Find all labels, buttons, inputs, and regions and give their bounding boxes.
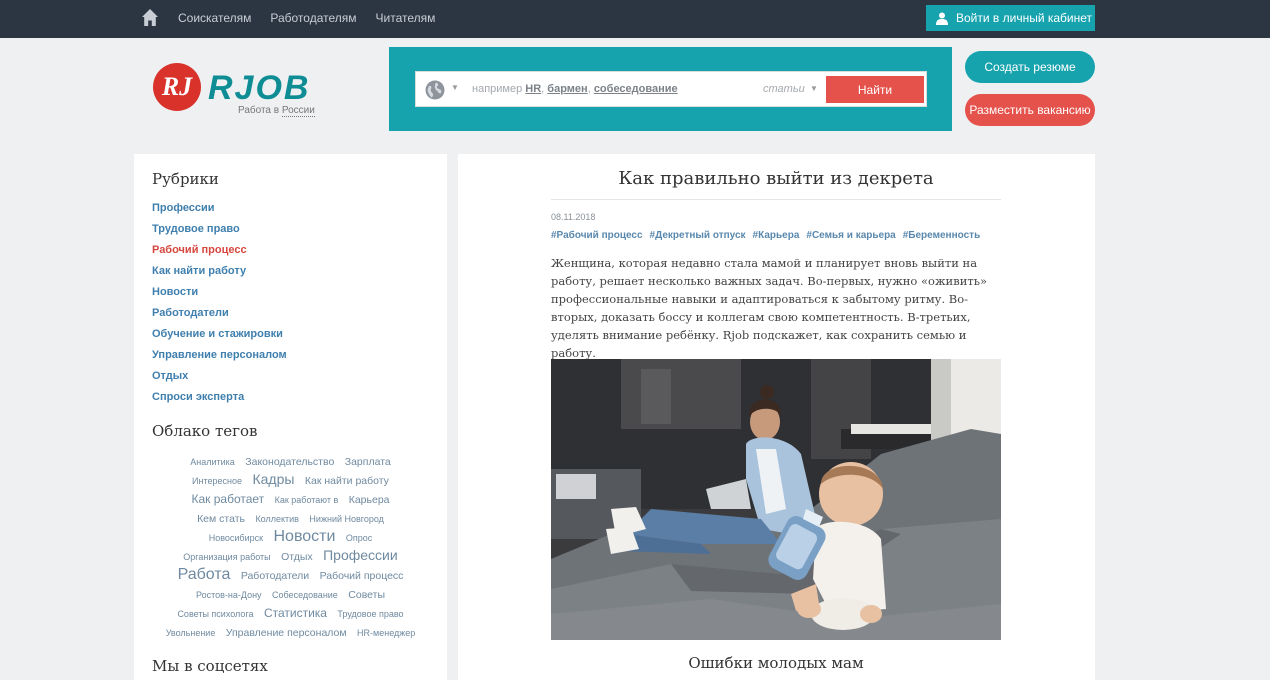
rubric-link[interactable]: Отдых — [152, 370, 429, 391]
region-link[interactable]: России — [281, 105, 315, 117]
nav-readers[interactable]: Читателям — [376, 11, 436, 25]
tag-cloud-link[interactable]: HR-менеджер — [357, 628, 415, 638]
tag-cloud-link[interactable]: Кем стать — [197, 513, 245, 525]
globe-icon[interactable] — [425, 80, 445, 100]
tag-cloud: Аналитика Законодательство Зарплата Инте… — [152, 452, 429, 642]
sidebar: Рубрики Профессии Трудовое право Рабочий п… — [134, 154, 447, 680]
tag-cloud-link[interactable]: Советы психолога — [177, 609, 253, 619]
article-lead: Женщина, которая недавно стала мамой и п… — [551, 256, 988, 360]
tag-cloud-link[interactable]: Карьера — [349, 494, 390, 506]
tag-cloud-link[interactable]: Управление персоналом — [226, 627, 347, 639]
search-input[interactable] — [470, 80, 760, 100]
tag-cloud-link[interactable]: Советы — [348, 589, 385, 601]
tag-cloud-link[interactable]: Собеседование — [272, 590, 338, 600]
tag-cloud-link[interactable]: Интересное — [192, 476, 242, 486]
tag-cloud-link[interactable]: Организация работы — [183, 552, 270, 562]
tag-cloud-link[interactable]: Статистика — [264, 606, 327, 620]
article-tag-link[interactable]: #Декретный отпуск — [650, 230, 746, 241]
tag-cloud-link[interactable]: Отдых — [281, 551, 313, 563]
post-vacancy-button[interactable]: Разместить вакансию — [965, 94, 1095, 126]
tag-cloud-link[interactable]: Работа — [178, 566, 231, 583]
tag-cloud-link[interactable]: Опрос — [346, 533, 372, 543]
tag-cloud-link[interactable]: Законодательство — [245, 456, 334, 468]
svg-text:RJ: RJ — [161, 72, 193, 101]
tag-cloud-link[interactable]: Профессии — [323, 547, 398, 563]
tag-cloud-link[interactable]: Рабочий процесс — [320, 570, 404, 582]
article-date: 08.11.2018 — [551, 212, 596, 222]
home-icon[interactable] — [141, 8, 159, 28]
tag-cloud-link[interactable]: Коллектив — [255, 514, 299, 524]
search-button[interactable]: Найти — [826, 76, 924, 103]
tag-cloud-title: Облако тегов — [152, 422, 258, 440]
rubrics-title: Рубрики — [152, 170, 219, 188]
search-panel: ▼ например HR, бармен, собеседование ста… — [389, 47, 952, 131]
tag-cloud-link[interactable]: Нижний Новгород — [309, 514, 384, 524]
tag-cloud-link[interactable]: Аналитика — [190, 457, 235, 467]
article-tag-link[interactable]: #Беременность — [903, 230, 980, 241]
tag-cloud-link[interactable]: Трудовое право — [337, 609, 403, 619]
article-subheading: Ошибки молодых мам — [688, 654, 864, 672]
rubric-link[interactable]: Обучение и стажировки — [152, 328, 429, 349]
nav-job-seekers[interactable]: Соискателям — [178, 11, 251, 25]
tag-cloud-link[interactable]: Кадры — [252, 471, 294, 487]
article-tag-link[interactable]: #Рабочий процесс — [551, 230, 643, 241]
social-title: Мы в соцсетях — [152, 657, 268, 675]
tag-cloud-link[interactable]: Работодатели — [241, 570, 309, 582]
top-bar: Соискателям Работодателям Читателям Войт… — [0, 0, 1270, 38]
nav-employers[interactable]: Работодателям — [270, 11, 356, 25]
rubric-link[interactable]: Спроси эксперта — [152, 391, 429, 412]
logo-text: RJOB — [208, 69, 310, 107]
tag-cloud-link[interactable]: Новости — [274, 528, 336, 545]
article-tag-link[interactable]: #Карьера — [753, 230, 800, 241]
search-scope-select[interactable]: статьи — [763, 83, 805, 95]
tag-cloud-link[interactable]: Как работают в — [275, 495, 339, 505]
rubric-link[interactable]: Управление персоналом — [152, 349, 429, 370]
rubric-link[interactable]: Как найти работу — [152, 265, 429, 286]
tag-cloud-link[interactable]: Увольнение — [166, 628, 216, 638]
search-box: ▼ например HR, бармен, собеседование ста… — [415, 71, 927, 107]
create-resume-button[interactable]: Создать резюме — [965, 51, 1095, 83]
login-button[interactable]: Войти в личный кабинет — [926, 5, 1095, 31]
tag-cloud-link[interactable]: Зарплата — [345, 456, 391, 468]
title-divider — [551, 199, 1001, 200]
rubric-link[interactable]: Работодатели — [152, 307, 429, 328]
rubric-link[interactable]: Трудовое право — [152, 223, 429, 244]
article-tag-link[interactable]: #Семья и карьера — [806, 230, 895, 241]
article-tags: #Рабочий процесс #Декретный отпуск #Карьер… — [551, 230, 980, 241]
rubric-link[interactable]: Профессии — [152, 202, 429, 223]
logo-region: Работа в России — [238, 105, 315, 117]
tag-cloud-link[interactable]: Ростов-на-Дону — [196, 590, 262, 600]
top-nav: Соискателям Работодателям Читателям — [178, 11, 435, 25]
caret-down-icon[interactable]: ▼ — [451, 83, 459, 92]
rubrics-list: Профессии Трудовое право Рабочий процесс Ка… — [152, 202, 429, 412]
rubric-link[interactable]: Рабочий процесс — [152, 244, 429, 265]
user-icon — [936, 12, 948, 25]
tag-cloud-link[interactable]: Новосибирск — [209, 533, 263, 543]
tag-cloud-link[interactable]: Как найти работу — [305, 475, 389, 487]
article-title: Как правильно выйти из декрета — [618, 168, 934, 189]
article-photo — [551, 359, 1001, 640]
logo-region-prefix: Работа в — [238, 105, 280, 116]
login-label: Войти в личный кабинет — [956, 11, 1093, 25]
rubric-link[interactable]: Новости — [152, 286, 429, 307]
caret-down-icon[interactable]: ▼ — [810, 84, 818, 93]
tag-cloud-link[interactable]: Как работает — [191, 492, 264, 506]
article: Как правильно выйти из декрета 08.11.201… — [458, 154, 1095, 680]
